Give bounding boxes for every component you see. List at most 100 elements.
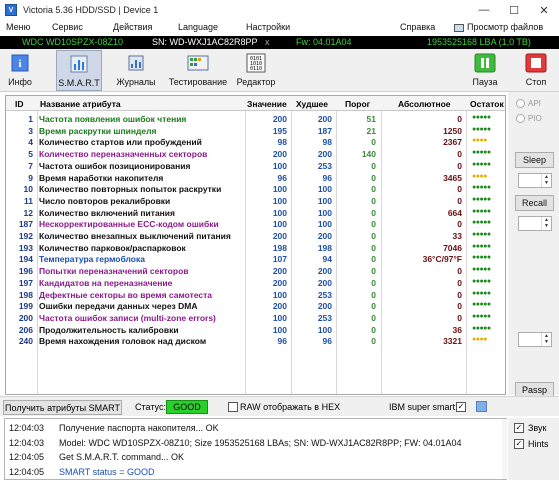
smart-attributes-table[interactable]: ID Название атрибута Значение Худшее Пор… [5, 95, 506, 395]
col-header-name[interactable]: Название атрибута [40, 99, 121, 109]
menu-item-menu[interactable]: Меню [6, 22, 30, 32]
table-row[interactable]: 5 Количество переназначенных секторов 200 2… [6, 148, 505, 160]
col-header-status[interactable]: Остаток [470, 99, 504, 109]
attr-value: 96 [277, 336, 287, 347]
sound-checkbox-box[interactable]: ✓ [514, 423, 524, 433]
device-close-icon[interactable]: x [265, 37, 270, 47]
attr-name: Попытки переназначений секторов [39, 266, 189, 277]
menu-item-actions[interactable]: Действия [113, 22, 152, 32]
attr-value: 100 [272, 324, 287, 335]
attr-threshold: 0 [371, 266, 376, 277]
table-row[interactable]: 187 Нескорректированные ECC-кодом ошибки 1… [6, 218, 505, 230]
table-row[interactable]: 12 Количество включений питания 100 100 0 664… [6, 207, 505, 219]
table-row[interactable]: 11 Число повторов рекалибровки 100 100 0 0 ●●●… [6, 195, 505, 207]
menu-item-service[interactable]: Сервис [52, 22, 83, 32]
log-message: Get S.M.A.R.T. command... OK [59, 452, 185, 462]
get-smart-button[interactable]: Получить атрибуты SMART [3, 400, 122, 415]
table-row[interactable]: 197 Кандидатов на переназначение 200 200 0 0 ●… [6, 277, 505, 289]
smart-tab[interactable]: S.M.A.R.T [56, 50, 102, 91]
attr-raw: 0 [457, 289, 462, 300]
attr-value: 100 [272, 195, 287, 206]
table-row[interactable]: 196 Попытки переназначений секторов 200 200… [6, 265, 505, 277]
title-bar: V Victoria 5.36 HDD/SSD | Device 1 — ☐ ✕ [0, 0, 559, 20]
attr-value: 96 [277, 172, 287, 183]
pio-radio[interactable]: PIO [516, 112, 556, 124]
table-row[interactable]: 240 Время нахождения головок над диском 96… [6, 335, 505, 347]
table-row[interactable]: 7 Частота ошибок позиционирования 100 253 0 0… [6, 160, 505, 172]
table-row[interactable]: 10 Количество повторных попыток раскрутки… [6, 183, 505, 195]
attr-worst: 200 [317, 114, 332, 124]
log-time: 12:04:03 [9, 423, 45, 433]
hints-checkbox[interactable]: ✓ Hints [514, 439, 549, 449]
col-header-id[interactable]: ID [15, 99, 24, 109]
attr-value: 100 [272, 289, 287, 300]
attr-raw: 2367 [443, 137, 462, 148]
attr-threshold: 140 [361, 149, 376, 160]
menu-item-language[interactable]: Language [178, 22, 218, 32]
ibm-super-smart-checkbox[interactable]: ✓ [456, 402, 466, 412]
attr-status: ●●●●● [472, 207, 491, 215]
log-panel[interactable]: 12:04:03 Получение паспорта накопителя...… [4, 418, 507, 480]
table-row[interactable]: 206 Продолжительность калибровки 100 100 0 36… [6, 324, 505, 336]
close-icon[interactable]: ✕ [529, 0, 559, 20]
journals-button[interactable]: Журналы [114, 50, 158, 91]
col-header-value[interactable]: Значение [247, 99, 287, 109]
api-radio[interactable]: API [516, 97, 556, 109]
table-row[interactable]: 194 Температура гермоблока 107 94 0 36°C/97°F… [6, 253, 505, 265]
raw-hex-checkbox[interactable] [228, 402, 238, 412]
col-header-worst[interactable]: Худшее [296, 99, 328, 109]
table-row[interactable]: 1 Частота появления ошибок чтения 200 200 51… [6, 113, 505, 125]
table-row[interactable]: 198 Дефектные секторы во время самотеста 1… [6, 289, 505, 301]
log-time: 12:04:03 [9, 437, 45, 448]
hints-checkbox-box[interactable]: ✓ [514, 439, 524, 449]
table-row[interactable]: 200 Частота ошибок записи (multi-zone err… [6, 312, 505, 324]
attr-id: 3 [28, 125, 33, 136]
info-button[interactable]: i Инфо [3, 50, 37, 91]
attr-status: ●●●●● [472, 254, 491, 262]
sound-checkbox[interactable]: ✓ Звук [514, 423, 546, 433]
info-icon: i [8, 52, 32, 74]
minimize-icon[interactable]: — [469, 0, 499, 20]
table-row[interactable]: 193 Количество парковок/распарковок 198 198… [6, 242, 505, 254]
spinner-arrows-icon[interactable]: ▲ ▼ [541, 333, 551, 346]
sleep-spinner[interactable]: ▲ ▼ [518, 173, 552, 188]
attr-worst: 253 [317, 289, 332, 300]
passp-spinner[interactable]: ▲ ▼ [518, 332, 552, 347]
table-row[interactable]: 199 Ошибки передачи данных через DMA 200 20… [6, 300, 505, 312]
attr-value: 98 [277, 137, 287, 148]
table-row[interactable]: 4 Количество стартов или пробуждений 98 98 0… [6, 136, 505, 148]
editor-button[interactable]: 0101 1010 0110 Редактор [234, 50, 278, 91]
log-scrollbar[interactable] [502, 419, 507, 479]
stop-button[interactable]: Стоп [516, 50, 556, 91]
recall-spinner[interactable]: ▲ ▼ [518, 216, 552, 231]
attr-value: 200 [272, 231, 287, 241]
menu-item-settings[interactable]: Настройки [246, 22, 290, 32]
attr-status: ●●●●● [472, 149, 491, 157]
attr-value: 107 [272, 254, 287, 265]
attr-threshold: 0 [371, 336, 376, 347]
device-bar[interactable]: WDC WD10SPZX-08Z10 SN: WD-WXJ1AC82R8PP x… [0, 36, 559, 49]
color-indicator[interactable] [476, 401, 487, 412]
attr-value: 100 [272, 184, 287, 195]
sleep-button[interactable]: Sleep [515, 152, 554, 168]
table-row[interactable]: 192 Количество внезапных выключений питан… [6, 230, 505, 242]
testing-button[interactable]: Тестирование [168, 50, 228, 91]
spinner-arrows-icon[interactable]: ▲ ▼ [541, 174, 551, 187]
file-browser-link[interactable]: Просмотр файлов [454, 22, 543, 32]
attr-status: ●●●●● [472, 324, 491, 332]
maximize-icon[interactable]: ☐ [499, 0, 529, 20]
menu-item-help[interactable]: Справка [400, 22, 435, 32]
col-header-raw[interactable]: Абсолютное [398, 99, 451, 109]
col-header-threshold[interactable]: Порог [345, 99, 370, 109]
table-row[interactable]: 9 Время наработки накопителя 96 96 0 3465 ●●●● [6, 172, 505, 184]
recall-button[interactable]: Recall [515, 195, 554, 211]
attr-raw: 0 [457, 312, 462, 323]
table-row[interactable]: 3 Время раскрутки шпинделя 195 187 21 1250 ●●●… [6, 125, 505, 137]
pause-button[interactable]: Пауза [466, 50, 504, 91]
attr-worst: 100 [317, 207, 332, 218]
attr-id: 4 [28, 137, 33, 148]
attr-id: 192 [18, 231, 33, 241]
spinner-arrows-icon[interactable]: ▲ ▼ [541, 217, 551, 230]
attr-id: 240 [18, 336, 33, 347]
attr-worst: 96 [322, 336, 332, 347]
